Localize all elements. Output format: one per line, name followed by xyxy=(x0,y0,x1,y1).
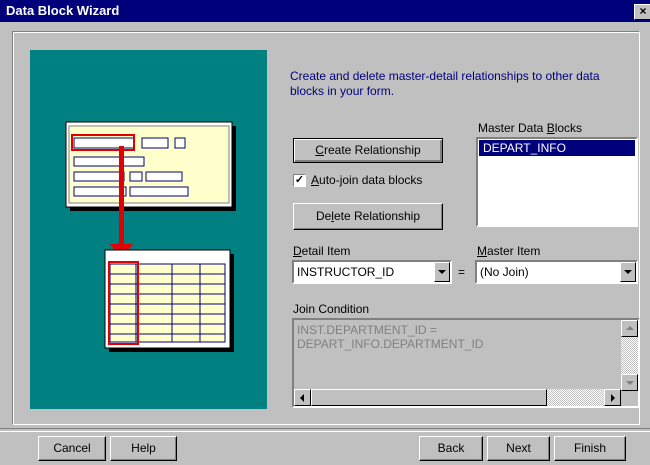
scroll-right-icon[interactable] xyxy=(604,389,621,406)
join-condition-text: INST.DEPARTMENT_ID = DEPART_INFO.DEPARTM… xyxy=(297,323,484,351)
detail-item-select[interactable]: INSTRUCTOR_ID xyxy=(292,260,452,284)
detail-item-label: Detail Item xyxy=(293,244,351,258)
master-blocks-label: Master Data Blocks xyxy=(478,121,583,135)
chevron-down-icon[interactable] xyxy=(434,262,450,282)
vertical-scrollbar[interactable] xyxy=(621,320,638,391)
list-item[interactable]: DEPART_INFO xyxy=(479,140,635,156)
help-button[interactable]: Help xyxy=(110,436,177,461)
title-bar: Data Block Wizard × xyxy=(0,0,650,22)
master-blocks-list[interactable]: DEPART_INFO xyxy=(476,137,638,227)
auto-join-label[interactable]: Auto-join data blocks xyxy=(311,173,422,187)
chevron-down-icon[interactable] xyxy=(620,262,636,282)
scroll-thumb[interactable] xyxy=(311,389,547,406)
delete-relationship-button[interactable]: Delete Relationship xyxy=(293,203,443,230)
detail-grid xyxy=(109,263,226,343)
master-item-label: Master Item xyxy=(477,244,541,258)
scroll-down-icon[interactable] xyxy=(621,374,638,391)
horizontal-scrollbar[interactable] xyxy=(294,389,621,406)
back-button[interactable]: Back xyxy=(419,436,483,461)
create-relationship-button[interactable]: Create Relationship xyxy=(293,138,443,163)
finish-button[interactable]: Finish xyxy=(554,436,626,461)
scroll-left-icon[interactable] xyxy=(294,389,311,406)
close-icon[interactable]: × xyxy=(634,4,650,20)
master-item-select[interactable]: (No Join) xyxy=(475,260,638,284)
relationship-arrow xyxy=(119,146,124,244)
master-detail-diagram xyxy=(65,121,236,352)
description-text: Create and delete master-detail relation… xyxy=(290,69,600,98)
equals-sign: = xyxy=(458,265,466,279)
window-title: Data Block Wizard xyxy=(6,3,120,18)
join-condition-field[interactable]: INST.DEPARTMENT_ID = DEPART_INFO.DEPARTM… xyxy=(292,318,640,408)
illustration-panel xyxy=(30,50,267,409)
cancel-button[interactable]: Cancel xyxy=(38,436,106,461)
auto-join-checkbox[interactable]: ✓ xyxy=(293,174,306,187)
next-button[interactable]: Next xyxy=(487,436,550,461)
footer-divider xyxy=(0,428,650,432)
scroll-up-icon[interactable] xyxy=(621,320,638,337)
join-condition-label: Join Condition xyxy=(293,302,370,316)
